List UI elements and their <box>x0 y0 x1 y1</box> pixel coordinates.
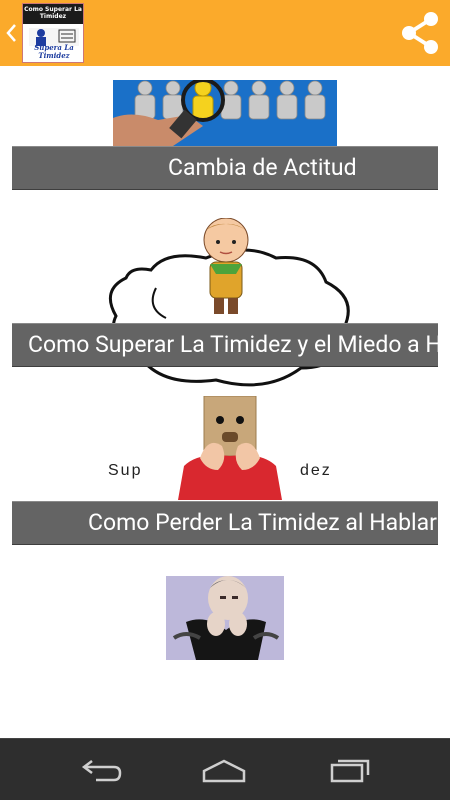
crowd-illustration <box>113 80 337 146</box>
shy-woman-image[interactable] <box>166 576 284 660</box>
illustration-caption-right: dez <box>300 462 332 479</box>
app-logo-title: Como Superar La Timidez <box>23 4 83 24</box>
shy-woman-illustration <box>166 576 284 660</box>
app-logo-tagline: Supera La Timidez <box>34 43 74 60</box>
back-button[interactable] <box>0 0 22 66</box>
crowd-magnifier-image[interactable] <box>113 80 337 146</box>
chevron-left-icon <box>6 24 16 42</box>
action-bar: Como Superar La Timidez Supera La Timide… <box>0 0 450 66</box>
app-screen: Como Superar La Timidez Supera La Timide… <box>0 0 450 800</box>
recent-apps-icon <box>330 759 370 783</box>
app-logo[interactable]: Como Superar La Timidez Supera La Timide… <box>22 3 84 63</box>
paper-bag-girl-illustration <box>178 396 282 500</box>
home-icon <box>202 759 246 783</box>
shy-boy-cloud-image[interactable] <box>96 218 356 394</box>
nav-home-button[interactable] <box>200 755 248 785</box>
paper-bag-girl-image[interactable]: Sup dez <box>108 396 344 500</box>
back-arrow-icon <box>81 760 122 782</box>
illustration-caption-left: Sup <box>108 462 143 479</box>
nav-recents-button[interactable] <box>326 755 374 785</box>
shy-boy-illustration <box>108 218 350 387</box>
content-list[interactable]: Cambia de Actitud Como Superar La Timide… <box>0 66 450 738</box>
system-nav-bar <box>0 738 450 800</box>
item-button-cambia-actitud[interactable]: Cambia de Actitud <box>12 146 438 190</box>
item-button-superar-timidez[interactable]: Como Superar La Timidez y el Miedo a Hab… <box>12 323 438 367</box>
nav-back-button[interactable] <box>76 755 124 785</box>
share-icon <box>402 12 438 54</box>
share-button[interactable] <box>398 10 442 56</box>
item-button-perder-timidez[interactable]: Como Perder La Timidez al Hablar <box>12 501 438 545</box>
